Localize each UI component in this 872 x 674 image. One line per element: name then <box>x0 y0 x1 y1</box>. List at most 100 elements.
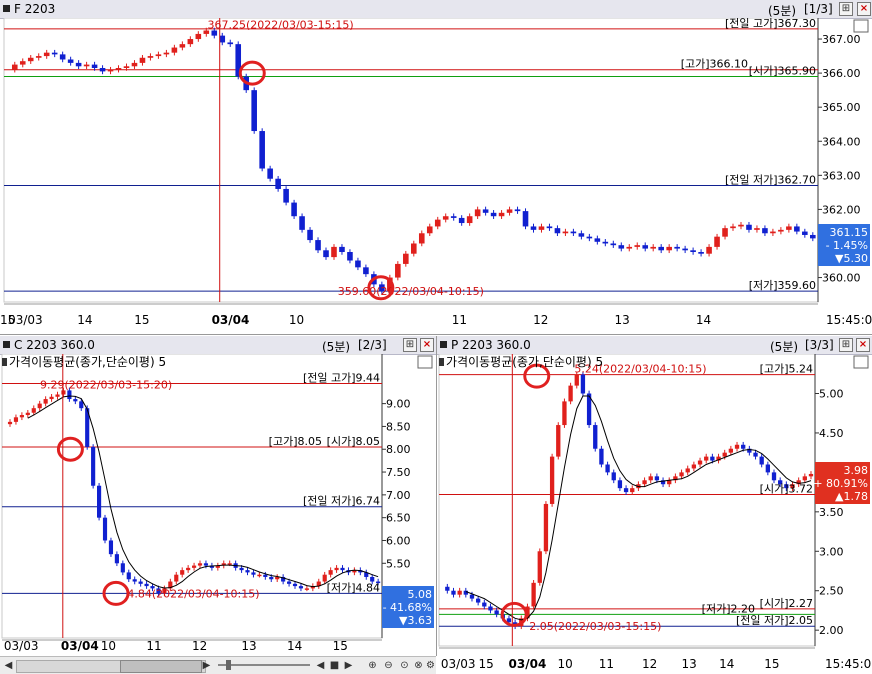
candle <box>219 35 226 43</box>
chart-scrollbar[interactable]: ◀ ▶ ◀ ■ ▶ ⊕ ⊖ ⊙ ⊗ ⚙ <box>0 656 436 674</box>
close-icon[interactable]: × <box>857 2 871 16</box>
zoom-reset-icon[interactable]: ⊙ <box>398 659 411 672</box>
candle <box>728 448 734 453</box>
reference-line-label: [고가]5.24 <box>760 363 813 376</box>
candle <box>187 39 194 45</box>
settings-icon[interactable]: ⚙ <box>424 659 437 672</box>
close-icon[interactable]: × <box>856 338 870 352</box>
candle <box>586 236 593 239</box>
candle <box>618 245 625 249</box>
candle <box>469 594 475 599</box>
period-label: (5분) <box>770 340 799 354</box>
price-annotation: 9.29(2022/03/03-15:20) <box>40 378 172 391</box>
reference-line-label: [전일 저가]2.05 <box>736 613 813 627</box>
candle <box>139 57 146 63</box>
candle <box>610 243 617 246</box>
chart-canvas[interactable]: 5.004.504.003.503.002.502.00[고가]5.24[시가]… <box>437 354 872 674</box>
candle <box>514 209 521 212</box>
candle <box>83 64 90 67</box>
zoom-in-icon[interactable]: ⊕ <box>366 659 379 672</box>
candle <box>251 572 256 575</box>
reference-line-label: [시가]8.05 <box>327 435 380 448</box>
candle <box>75 62 82 67</box>
right-arrow-icon[interactable]: ▶ <box>200 659 213 672</box>
title-bar[interactable]: P 2203 360.0 (5분) [3/3] ⊞ × <box>437 336 872 355</box>
x-tick-label: 12 <box>642 657 657 671</box>
candle <box>426 226 433 234</box>
candle <box>642 245 649 249</box>
candle <box>482 209 489 213</box>
chart-icon[interactable]: ⊞ <box>839 338 853 352</box>
candle <box>315 240 321 251</box>
percent-change: - 1.45% <box>826 239 868 252</box>
candle <box>494 610 499 615</box>
chart-pane-bottom-left[interactable]: C 2203 360.0 (5분) [2/3] ⊞ × 9.00 8.50 8.00… <box>0 336 437 656</box>
chart-pane-bottom-right[interactable]: P 2203 360.0 (5분) [3/3] ⊞ × 5.004.504.00… <box>437 336 872 674</box>
left-arrow-icon[interactable]: ◀ <box>2 659 15 672</box>
candle <box>482 602 487 607</box>
reference-line-label: [고가]8.05 <box>269 435 322 448</box>
chart-canvas[interactable]: 367.00 366.00 365.00 364.00 363.00 362.00 361.… <box>0 18 872 334</box>
candle <box>697 460 703 465</box>
candle <box>304 588 309 590</box>
y-tick-label: 3.50 <box>819 506 844 519</box>
play-icon[interactable]: ▶ <box>342 659 355 672</box>
chart-canvas[interactable]: 9.00 8.50 8.00 7.50 7.00 6.50 6.00 5.50 [전일 고가]9… <box>0 354 436 656</box>
candle <box>227 42 234 45</box>
title-bar[interactable]: C 2203 360.0 (5분) [2/3] ⊞ × <box>0 336 436 355</box>
reference-line-label: [시가]2.27 <box>760 597 813 610</box>
candle <box>704 456 709 461</box>
y-tick-label: 363.00 <box>822 169 861 182</box>
candle <box>287 581 292 584</box>
zoom-slider[interactable] <box>218 664 310 666</box>
indicator-toggle-icon <box>853 19 869 33</box>
candle <box>197 563 203 566</box>
x-tick-label: 15 <box>764 657 779 671</box>
candle <box>463 590 468 595</box>
x-tick-label: 13 <box>615 313 630 327</box>
legend-marker-icon <box>2 358 7 366</box>
candle <box>227 563 232 565</box>
candle <box>578 233 585 237</box>
candle <box>714 236 720 247</box>
scroll-thumb[interactable] <box>120 660 202 673</box>
candle <box>562 231 569 234</box>
candle <box>648 476 653 481</box>
y-tick-label: 362.00 <box>822 203 861 216</box>
x-tick-label: 03/03 <box>441 657 476 671</box>
candle <box>102 517 108 541</box>
x-tick-label: 15 <box>0 313 15 327</box>
stop-icon[interactable]: ■ <box>328 659 341 672</box>
candle <box>275 178 281 189</box>
zoom-out-icon[interactable]: ⊖ <box>382 659 395 672</box>
candle <box>7 421 13 425</box>
candle <box>580 374 586 394</box>
candle <box>794 226 800 232</box>
candle <box>307 229 313 241</box>
candle <box>543 503 549 552</box>
candle <box>506 209 513 213</box>
x-tick-label: 03/03 <box>4 639 39 653</box>
chart-icon[interactable]: ⊞ <box>403 338 417 352</box>
candle <box>611 472 616 481</box>
x-tick-label: 10 <box>289 313 304 327</box>
left-arrow-icon[interactable]: ◀ <box>314 659 327 672</box>
chart-icon[interactable]: ⊞ <box>839 2 853 16</box>
candle <box>339 246 345 252</box>
candle <box>283 188 289 203</box>
candle <box>31 408 36 413</box>
price-annotation: 4.84(2022/03/04-10:15) <box>127 587 259 600</box>
candle <box>97 485 102 518</box>
candle <box>490 212 497 217</box>
candle <box>245 570 250 573</box>
candle <box>802 476 807 481</box>
close-icon[interactable]: × <box>420 338 434 352</box>
candle <box>451 590 456 595</box>
zoom-slider-handle[interactable] <box>226 660 231 670</box>
candle <box>685 468 690 473</box>
candle <box>37 403 42 409</box>
chart-pane-top[interactable]: F 2203 (5분) [1/3] ⊞ × 367.00 366.00 365.00… <box>0 0 872 335</box>
candle <box>35 56 42 58</box>
candle <box>634 245 641 247</box>
title-bar[interactable]: F 2203 (5분) [1/3] ⊞ × <box>0 0 872 19</box>
